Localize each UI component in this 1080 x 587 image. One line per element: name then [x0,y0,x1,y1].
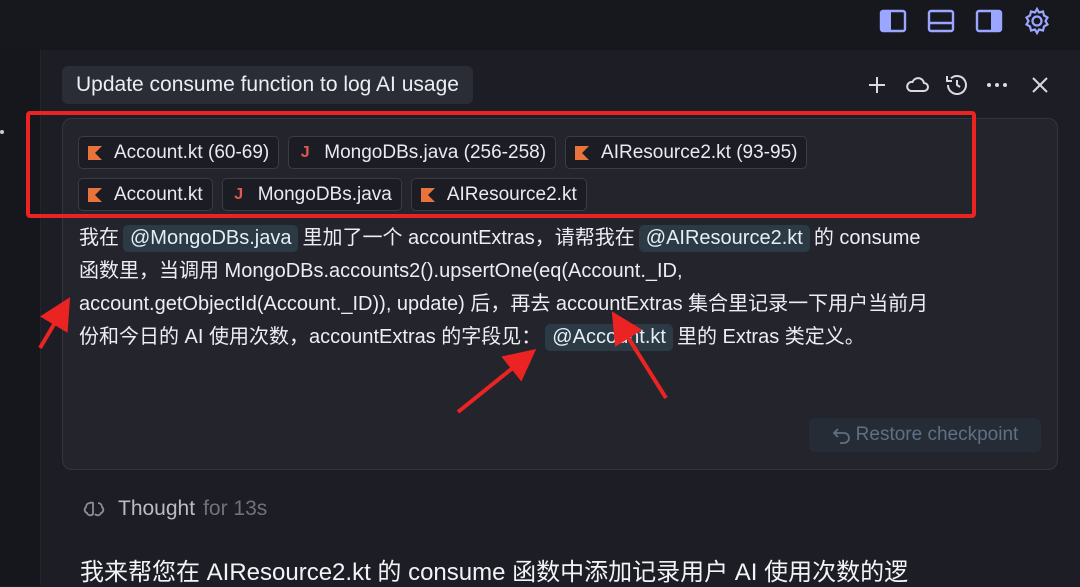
message-text: 里加了一个 accountExtras，请帮我在 [302,227,635,249]
chat-title-tab[interactable]: Update consume function to log AI usage [62,66,473,104]
restore-label: Restore checkpoint [855,424,1019,445]
message-line-3: account.getObjectId(Account._ID)), updat… [79,293,929,315]
undo-icon [832,428,850,444]
toggle-right-sidebar-icon[interactable] [974,6,1004,36]
settings-gear-icon[interactable] [1022,6,1052,36]
message-text: 我在 [79,227,119,249]
close-icon[interactable] [1026,71,1054,99]
assistant-reply-text: 我来帮您在 AIResource2.kt 的 consume 函数中添加记录用户… [80,559,909,586]
brain-icon [83,501,105,517]
toggle-left-sidebar-icon[interactable] [878,6,908,36]
file-mention[interactable]: @Account.kt [545,324,673,351]
message-text: 里的 Extras 类定义。 [676,326,865,348]
message-line-2: 函数里，当调用 MongoDBs.accounts2().upsertOne(e… [79,260,683,282]
file-mention[interactable]: @AIResource2.kt [638,225,810,252]
thought-duration: for 13s [203,497,268,520]
toggle-bottom-panel-icon[interactable] [926,6,956,36]
cloud-icon[interactable] [903,71,931,99]
annotation-highlight-box [26,111,976,218]
window-top-bar [0,0,1080,50]
overflow-dot-icon [0,130,4,134]
more-options-icon[interactable] [983,71,1011,99]
new-chat-plus-icon[interactable] [863,71,891,99]
message-line-4: 份和今日的 AI 使用次数，accountExtras 的字段见： @Accoun… [79,321,1054,354]
restore-checkpoint-button[interactable]: Restore checkpoint [809,418,1041,452]
user-message-text: 我在 @MongoDBs.java 里加了一个 accountExtras，请帮我在… [79,222,1054,354]
file-mention[interactable]: @MongoDBs.java [123,225,299,252]
history-icon[interactable] [943,71,971,99]
message-text: 的 consume [813,227,921,249]
thought-label: Thought [118,497,196,520]
thought-indicator[interactable]: Thought for 13s [82,497,267,521]
message-text: 份和今日的 AI 使用次数，accountExtras 的字段见： [79,326,542,348]
message-line-1: 我在 @MongoDBs.java 里加了一个 accountExtras，请帮我在… [79,222,1054,255]
